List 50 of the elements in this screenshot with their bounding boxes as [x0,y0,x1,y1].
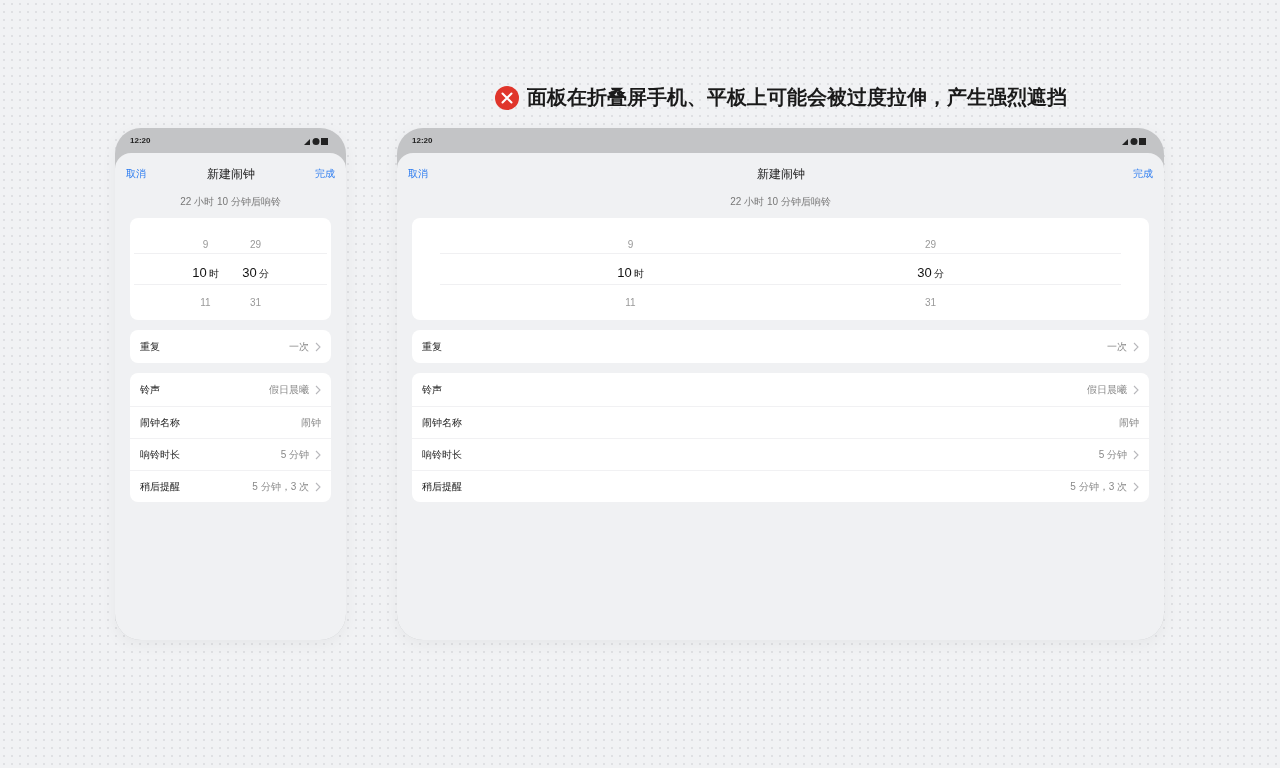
settings-row[interactable]: 稍后提醒 5 分钟，3 次 [412,470,1149,502]
row-value: 假日晨曦 [269,382,309,397]
settings-row[interactable]: 稍后提醒 5 分钟，3 次 [130,470,331,502]
row-value: 5 分钟 [1098,447,1127,462]
row-label: 铃声 [422,382,442,397]
sheet-title: 新建闹钟 [756,165,805,183]
settings-row[interactable]: 铃声 假日晨曦 [130,373,331,406]
row-label: 闹钟名称 [422,415,462,430]
row-label: 重复 [422,339,442,354]
row-label: 重复 [140,339,160,354]
settings-row[interactable]: 闹钟名称 闹钟 [412,406,1149,438]
row-value: 5 分钟 [280,447,309,462]
time-picker[interactable]: 9 10时 11 29 30分 31 [412,218,1149,320]
countdown-text: 22 小时 10 分钟后响铃 [179,195,282,209]
row-label: 稍后提醒 [140,479,180,494]
caption-text: 面板在折叠屏手机、平板上可能会被过度拉伸，产生强烈遮挡 [526,85,1067,110]
picker-value[interactable]: 30分 [242,265,269,281]
error-icon [494,85,519,110]
row-label: 响铃时长 [140,447,180,462]
done-button[interactable]: 完成 [315,167,335,181]
settings-row[interactable]: 铃声 假日晨曦 [412,373,1149,406]
settings-row[interactable]: 响铃时长 5 分钟 [130,438,331,470]
row-label: 响铃时长 [422,447,462,462]
row-value: 5 分钟，3 次 [1070,479,1127,494]
settings-row[interactable]: 闹钟名称 闹钟 [130,406,331,438]
time-picker[interactable]: 9 10时 11 29 30分 31 [130,218,331,320]
status-icons-drawing [1122,136,1146,145]
row-label: 闹钟名称 [140,415,180,430]
status-icons-drawing [304,136,328,145]
picker-value[interactable]: 10时 [192,265,219,281]
cancel-button[interactable]: 取消 [408,167,428,181]
countdown-text: 22 小时 10 分钟后响铃 [729,195,832,209]
row-label: 稍后提醒 [422,479,462,494]
picker-value[interactable]: 10时 [617,265,644,281]
status-time: 12:20 [412,136,433,145]
row-value: 一次 [289,339,309,354]
settings-row[interactable]: 响铃时长 5 分钟 [412,438,1149,470]
status-time: 12:20 [130,136,151,145]
settings-row[interactable]: 重复 一次 [412,330,1149,363]
cancel-button[interactable]: 取消 [126,167,146,181]
row-value: 闹钟 [1119,415,1139,430]
row-value: 假日晨曦 [1087,382,1127,397]
row-value: 闹钟 [301,415,321,430]
row-value: 一次 [1107,339,1127,354]
settings-row[interactable]: 重复 一次 [130,330,331,363]
done-button[interactable]: 完成 [1133,167,1153,181]
sheet-title: 新建闹钟 [206,165,255,183]
row-label: 铃声 [140,382,160,397]
picker-value[interactable]: 30分 [917,265,944,281]
row-value: 5 分钟，3 次 [252,479,309,494]
